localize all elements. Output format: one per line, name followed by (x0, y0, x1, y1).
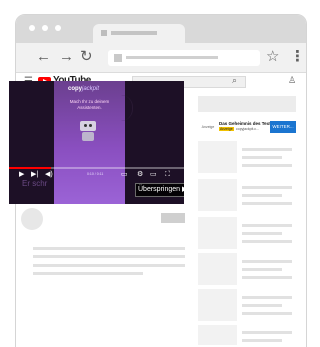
volume-icon[interactable]: ◀) (45, 171, 53, 179)
description-line (33, 272, 143, 275)
ad-thumbnail[interactable]: Anzeige (198, 116, 218, 138)
related-thumbnail[interactable] (198, 179, 237, 211)
progress-fill (9, 167, 51, 169)
sketch-arrow (117, 95, 133, 121)
related-meta-line (242, 232, 282, 235)
related-thumbnail[interactable] (198, 217, 237, 249)
related-meta-line (242, 339, 282, 342)
related-title-line (242, 186, 292, 189)
progress-bar[interactable] (9, 167, 184, 169)
sidebar-header-placeholder (198, 96, 296, 112)
window-maximize-dot[interactable] (55, 25, 61, 31)
related-title-line (242, 260, 292, 263)
arrow-right-icon[interactable]: → (59, 48, 74, 66)
window-close-dot[interactable] (29, 25, 35, 31)
related-thumbnail[interactable] (198, 253, 237, 285)
fullscreen-icon[interactable]: ⛶ (165, 171, 170, 179)
tab-favicon (101, 30, 107, 36)
search-icon[interactable]: ⌕ (232, 75, 237, 86)
overlay-logo-word: copy (68, 86, 83, 92)
robot-illustration (76, 119, 100, 145)
related-thumbnail[interactable] (198, 325, 237, 345)
ad-title[interactable]: Das Geheimnis des Text... (219, 121, 274, 126)
related-meta-line (242, 276, 292, 279)
related-title-line (242, 224, 292, 227)
url-placeholder (126, 56, 218, 59)
arrow-left-icon[interactable]: ← (36, 48, 51, 66)
related-meta-line (242, 194, 282, 197)
description-line (33, 255, 185, 258)
related-meta-line (242, 240, 292, 243)
overlay-logo: copyjackpit (68, 86, 99, 92)
description-line (33, 264, 185, 267)
address-bar[interactable] (108, 50, 260, 66)
related-thumbnail[interactable] (198, 141, 237, 173)
sidebar-ad[interactable]: Anzeige Das Geheimnis des Text... Anzeig… (198, 116, 296, 138)
tab-strip (16, 15, 306, 43)
ad-cta-button[interactable]: WEITER... (270, 121, 296, 133)
related-meta-line (242, 304, 282, 307)
miniplayer-icon[interactable]: ▭ (150, 171, 157, 179)
description-line (33, 247, 185, 250)
related-meta-line (242, 156, 282, 159)
window-minimize-dot[interactable] (42, 25, 48, 31)
related-title-line (242, 296, 292, 299)
subtitles-icon[interactable]: ▭ (121, 171, 128, 179)
related-meta-line (242, 202, 292, 205)
reload-icon[interactable]: ↻ (80, 48, 93, 66)
overlay-logo-italic: jackpit (82, 86, 100, 92)
related-meta-line (242, 268, 282, 271)
video-player[interactable]: copyjackpit Mach Ihr zu deinem Assistent… (9, 81, 184, 204)
next-icon[interactable]: ▶| (31, 171, 38, 179)
time-display: 0:10 / 0:11 (87, 172, 104, 176)
related-meta-line (242, 164, 292, 167)
related-title-line (242, 148, 292, 151)
browser-toolbar: ← → ↻ ☆ ⋮ (16, 43, 306, 73)
gear-icon[interactable]: ⚙ (137, 171, 143, 179)
ad-badge: Anzeige (219, 127, 234, 131)
channel-avatar[interactable] (21, 208, 43, 230)
site-info-icon (114, 54, 122, 62)
tab-title-placeholder (111, 31, 157, 35)
related-title-line (242, 331, 292, 334)
ad-url: copyjackpit.c... (236, 127, 259, 131)
browser-tab[interactable] (93, 24, 185, 43)
play-icon[interactable]: ▶ (19, 171, 24, 179)
kebab-menu-icon[interactable]: ⋮ (290, 47, 305, 65)
related-meta-line (242, 312, 292, 315)
subtitle-ghost-text: Er schr (22, 179, 48, 188)
related-thumbnail[interactable] (198, 289, 237, 321)
user-icon[interactable]: ♙ (288, 75, 296, 86)
star-icon[interactable]: ☆ (266, 47, 279, 65)
skip-ad-button[interactable]: Überspringen ▶| (135, 183, 184, 197)
subscribe-button-placeholder[interactable] (161, 213, 185, 223)
overlay-text: Mach Ihr zu deinem Assistenten. (69, 99, 110, 110)
video-frame: copyjackpit Mach Ihr zu deinem Assistent… (54, 81, 125, 204)
